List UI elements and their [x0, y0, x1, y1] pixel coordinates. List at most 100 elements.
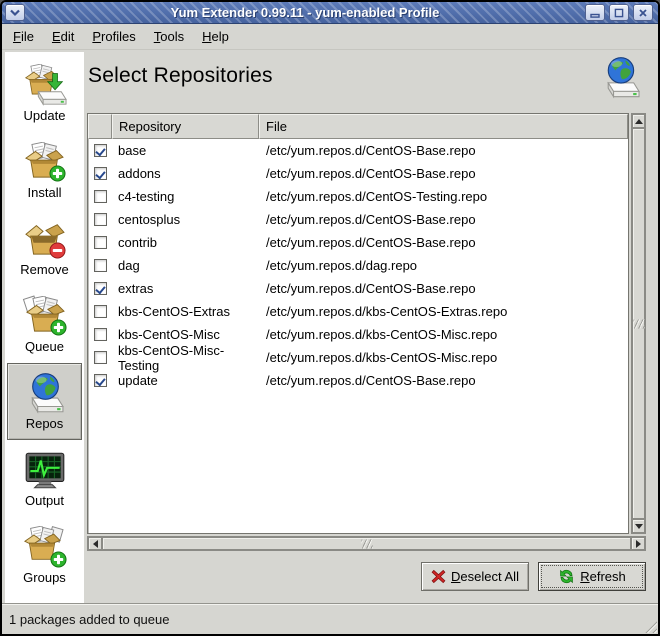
- repo-checkbox[interactable]: [94, 167, 107, 180]
- repo-checkbox[interactable]: [94, 351, 107, 364]
- repo-name: update: [112, 373, 259, 388]
- table-row[interactable]: kbs-CentOS-Extras /etc/yum.repos.d/kbs-C…: [88, 300, 628, 323]
- titlebar[interactable]: Yum Extender 0.99.11 - yum-enabled Profi…: [2, 2, 658, 24]
- refresh-icon: [558, 568, 575, 585]
- repo-checkbox[interactable]: [94, 282, 107, 295]
- repo-name: dag: [112, 258, 259, 273]
- repo-name: contrib: [112, 235, 259, 250]
- checkbox-cell: [88, 328, 112, 341]
- window-title: Yum Extender 0.99.11 - yum-enabled Profi…: [27, 5, 583, 20]
- sidebar-item-label: Install: [28, 186, 62, 200]
- chevron-down-icon: [9, 9, 21, 17]
- repository-globe-icon: [598, 54, 642, 102]
- repo-name: extras: [112, 281, 259, 296]
- table-row[interactable]: update /etc/yum.repos.d/CentOS-Base.repo: [88, 369, 628, 392]
- checkbox-cell: [88, 259, 112, 272]
- globe-drive-icon: [22, 372, 68, 416]
- sidebar-item-label: Repos: [26, 417, 64, 431]
- column-header-checkbox[interactable]: [88, 114, 112, 139]
- app-window: Yum Extender 0.99.11 - yum-enabled Profi…: [0, 0, 660, 636]
- table-row[interactable]: kbs-CentOS-Misc-Testing /etc/yum.repos.d…: [88, 346, 628, 369]
- vertical-scrollbar-thumb[interactable]: [632, 128, 645, 519]
- menu-help[interactable]: Help: [193, 25, 238, 48]
- table-row[interactable]: addons /etc/yum.repos.d/CentOS-Base.repo: [88, 162, 628, 185]
- refresh-label: Refresh: [580, 569, 626, 584]
- table-row[interactable]: base /etc/yum.repos.d/CentOS-Base.repo: [88, 139, 628, 162]
- sidebar: Update Install Remove: [5, 52, 84, 603]
- repo-file: /etc/yum.repos.d/CentOS-Base.repo: [259, 166, 628, 181]
- horizontal-scrollbar[interactable]: [87, 536, 646, 551]
- repo-checkbox[interactable]: [94, 144, 107, 157]
- box-remove-icon: [22, 218, 68, 262]
- column-header-file[interactable]: File: [259, 114, 628, 139]
- checkbox-cell: [88, 144, 112, 157]
- repo-file: /etc/yum.repos.d/kbs-CentOS-Misc.repo: [259, 327, 628, 342]
- table-row[interactable]: extras /etc/yum.repos.d/CentOS-Base.repo: [88, 277, 628, 300]
- scroll-right-button[interactable]: [631, 537, 645, 550]
- table-header: Repository File: [88, 114, 628, 139]
- repo-name: c4-testing: [112, 189, 259, 204]
- repo-name: base: [112, 143, 259, 158]
- window-menu-button[interactable]: [5, 4, 25, 21]
- menu-file[interactable]: File: [4, 25, 43, 48]
- table-row[interactable]: dag /etc/yum.repos.d/dag.repo: [88, 254, 628, 277]
- table-row[interactable]: contrib /etc/yum.repos.d/CentOS-Base.rep…: [88, 231, 628, 254]
- minimize-icon: [589, 7, 601, 19]
- menu-edit[interactable]: Edit: [43, 25, 83, 48]
- button-row: Deselect All Refresh: [2, 562, 646, 591]
- sidebar-item-install[interactable]: Install: [7, 132, 82, 209]
- page-title: Select Repositories: [88, 64, 273, 88]
- repo-name: kbs-CentOS-Misc: [112, 327, 259, 342]
- horizontal-scrollbar-thumb[interactable]: [102, 537, 631, 550]
- sidebar-item-output[interactable]: Output: [7, 440, 82, 517]
- repo-file: /etc/yum.repos.d/dag.repo: [259, 258, 628, 273]
- arrow-down-icon: [635, 524, 643, 529]
- vertical-scrollbar[interactable]: [631, 113, 646, 534]
- sidebar-item-label: Remove: [20, 263, 68, 277]
- checkbox-cell: [88, 305, 112, 318]
- resize-grip[interactable]: [642, 618, 657, 633]
- repo-file: /etc/yum.repos.d/CentOS-Base.repo: [259, 235, 628, 250]
- menubar: File Edit Profiles Tools Help: [2, 24, 658, 50]
- repo-checkbox[interactable]: [94, 213, 107, 226]
- repo-name: centosplus: [112, 212, 259, 227]
- repo-checkbox[interactable]: [94, 259, 107, 272]
- scroll-left-button[interactable]: [88, 537, 102, 550]
- maximize-icon: [613, 7, 625, 19]
- deselect-all-button[interactable]: Deselect All: [421, 562, 529, 591]
- sidebar-item-repos[interactable]: Repos: [7, 363, 82, 440]
- close-button[interactable]: [633, 4, 653, 21]
- column-header-repository[interactable]: Repository: [112, 114, 259, 139]
- sidebar-item-update[interactable]: Update: [7, 55, 82, 132]
- minimize-button[interactable]: [585, 4, 605, 21]
- scroll-up-button[interactable]: [632, 114, 645, 128]
- checkbox-cell: [88, 213, 112, 226]
- monitor-graph-icon: [22, 449, 68, 493]
- checkbox-cell: [88, 282, 112, 295]
- maximize-button[interactable]: [609, 4, 629, 21]
- menu-profiles[interactable]: Profiles: [83, 25, 144, 48]
- repo-checkbox[interactable]: [94, 190, 107, 203]
- refresh-button[interactable]: Refresh: [538, 562, 646, 591]
- repo-name: kbs-CentOS-Extras: [112, 304, 259, 319]
- repo-checkbox[interactable]: [94, 374, 107, 387]
- box-queue-add-icon: [22, 295, 68, 339]
- table-row[interactable]: c4-testing /etc/yum.repos.d/CentOS-Testi…: [88, 185, 628, 208]
- checkbox-cell: [88, 167, 112, 180]
- scroll-down-button[interactable]: [632, 519, 645, 533]
- repo-checkbox[interactable]: [94, 328, 107, 341]
- menu-tools[interactable]: Tools: [145, 25, 193, 48]
- scrollbar-grip: [633, 319, 644, 328]
- deselect-all-label: Deselect All: [451, 569, 519, 584]
- checkbox-cell: [88, 236, 112, 249]
- sidebar-item-label: Update: [24, 109, 66, 123]
- table-row[interactable]: centosplus /etc/yum.repos.d/CentOS-Base.…: [88, 208, 628, 231]
- repo-table-rows: base /etc/yum.repos.d/CentOS-Base.repo a…: [88, 139, 628, 392]
- repo-checkbox[interactable]: [94, 305, 107, 318]
- checkbox-cell: [88, 351, 112, 364]
- repo-file: /etc/yum.repos.d/CentOS-Base.repo: [259, 281, 628, 296]
- repo-checkbox[interactable]: [94, 236, 107, 249]
- sidebar-item-remove[interactable]: Remove: [7, 209, 82, 286]
- repo-file: /etc/yum.repos.d/CentOS-Base.repo: [259, 373, 628, 388]
- sidebar-item-queue[interactable]: Queue: [7, 286, 82, 363]
